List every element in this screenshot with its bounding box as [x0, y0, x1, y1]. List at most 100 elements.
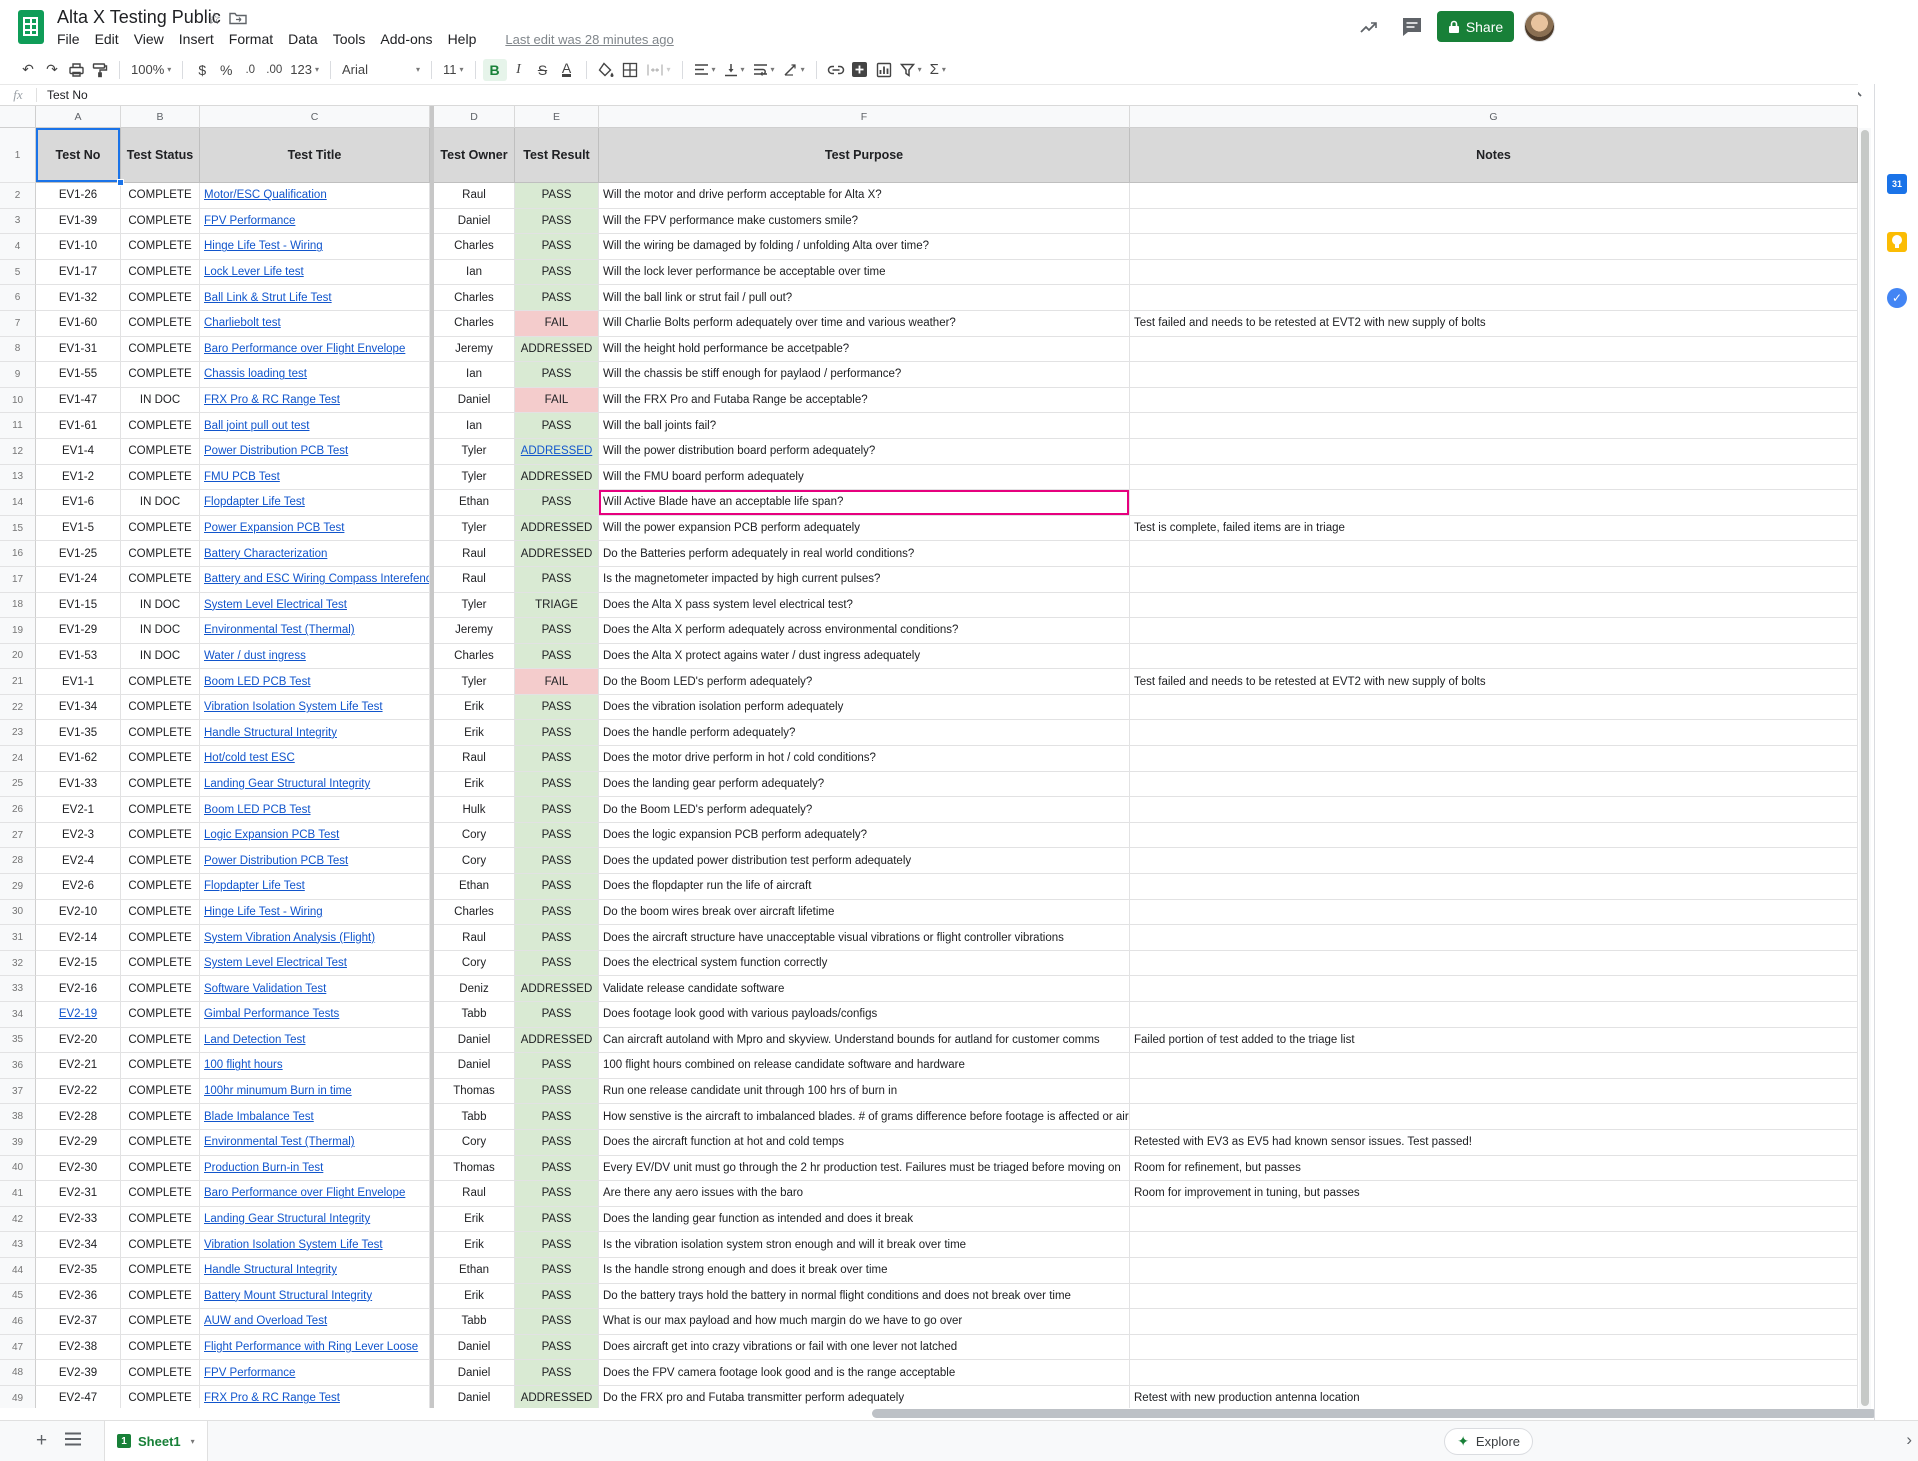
cell-test-purpose[interactable]: Every EV/DV unit must go through the 2 h… — [599, 1156, 1130, 1182]
cell-test-purpose[interactable]: Will the chassis be stiff enough for pay… — [599, 362, 1130, 388]
cell-test-owner[interactable]: Ethan — [434, 874, 515, 900]
cell-test-status[interactable]: COMPLETE — [121, 209, 200, 235]
cell-test-purpose[interactable]: Do the battery trays hold the battery in… — [599, 1284, 1130, 1310]
cell-test-purpose[interactable]: Is the magnetometer impacted by high cur… — [599, 567, 1130, 593]
cell-test-owner[interactable]: Charles — [434, 311, 515, 337]
cell-test-purpose[interactable]: Are there any aero issues with the baro — [599, 1181, 1130, 1207]
row-header-31[interactable]: 31 — [0, 925, 36, 951]
cell-test-owner[interactable]: Tabb — [434, 1104, 515, 1130]
cell-notes[interactable] — [1130, 337, 1858, 363]
cell-test-title[interactable]: Water / dust ingress — [200, 644, 430, 670]
menu-help[interactable]: Help — [448, 31, 477, 47]
cell-test-status[interactable]: COMPLETE — [121, 874, 200, 900]
title-link[interactable]: Power Expansion PCB Test — [204, 522, 344, 534]
cell-test-title[interactable]: FRX Pro & RC Range Test — [200, 1386, 430, 1408]
title-link[interactable]: Hinge Life Test - Wiring — [204, 906, 323, 918]
row-header-45[interactable]: 45 — [0, 1284, 36, 1310]
sheets-logo-icon[interactable] — [18, 10, 44, 44]
cell-test-owner[interactable]: Erik — [434, 772, 515, 798]
cell-test-result[interactable]: PASS — [515, 1284, 599, 1310]
cell-test-owner[interactable]: Hulk — [434, 797, 515, 823]
cell-test-owner[interactable]: Charles — [434, 900, 515, 926]
cell-test-no[interactable]: EV2-10 — [36, 900, 121, 926]
title-link[interactable]: Logic Expansion PCB Test — [204, 829, 339, 841]
cell-test-status[interactable]: COMPLETE — [121, 1360, 200, 1386]
cell-test-owner[interactable]: Cory — [434, 1130, 515, 1156]
cell-notes[interactable] — [1130, 1335, 1858, 1361]
menu-data[interactable]: Data — [288, 31, 318, 47]
cell-test-title[interactable]: Hinge Life Test - Wiring — [200, 900, 430, 926]
cell-test-purpose[interactable]: Is the vibration isolation system stron … — [599, 1232, 1130, 1258]
cell-test-title[interactable]: Baro Performance over Flight Envelope — [200, 337, 430, 363]
zoom-select[interactable]: 100%▾ — [127, 62, 175, 77]
cell-test-owner[interactable]: Tyler — [434, 465, 515, 491]
borders-button[interactable] — [618, 59, 642, 81]
bold-button[interactable]: B — [483, 59, 507, 81]
header-cell-status[interactable]: Test Status — [121, 128, 200, 183]
cell-test-title[interactable]: 100 flight hours — [200, 1053, 430, 1079]
cell-test-result[interactable]: PASS — [515, 285, 599, 311]
cell-test-no[interactable]: EV1-2 — [36, 465, 121, 491]
cell-test-result[interactable]: ADDRESSED — [515, 439, 599, 465]
cell-notes[interactable]: Room for refinement, but passes — [1130, 1156, 1858, 1182]
cell-test-no[interactable]: EV1-32 — [36, 285, 121, 311]
row-header-29[interactable]: 29 — [0, 874, 36, 900]
merge-cells-button[interactable]: ▾ — [642, 63, 675, 77]
cell-test-result[interactable]: PASS — [515, 618, 599, 644]
menu-add-ons[interactable]: Add-ons — [380, 31, 432, 47]
cell-test-status[interactable]: COMPLETE — [121, 1104, 200, 1130]
cell-test-status[interactable]: COMPLETE — [121, 311, 200, 337]
cell-test-no[interactable]: EV2-36 — [36, 1284, 121, 1310]
row-header-10[interactable]: 10 — [0, 388, 36, 414]
cell-test-title[interactable]: 100hr minumum Burn in time — [200, 1079, 430, 1105]
title-link[interactable]: Water / dust ingress — [204, 650, 306, 662]
title-link[interactable]: FPV Performance — [204, 215, 295, 227]
header-cell-purpose[interactable]: Test Purpose — [599, 128, 1130, 183]
cell-test-owner[interactable]: Ethan — [434, 490, 515, 516]
all-sheets-button[interactable] — [64, 1431, 82, 1447]
cell-test-title[interactable]: Motor/ESC Qualification — [200, 183, 430, 209]
row-header-28[interactable]: 28 — [0, 848, 36, 874]
text-color-button[interactable]: A — [562, 62, 571, 77]
title-link[interactable]: 100 flight hours — [204, 1059, 283, 1071]
cell-test-status[interactable]: COMPLETE — [121, 951, 200, 977]
last-edit-link[interactable]: Last edit was 28 minutes ago — [505, 32, 673, 47]
title-link[interactable]: Flight Performance with Ring Lever Loose — [204, 1341, 418, 1353]
cell-test-status[interactable]: COMPLETE — [121, 1284, 200, 1310]
cell-test-purpose[interactable]: Does the handle perform adequately? — [599, 720, 1130, 746]
cell-test-title[interactable]: System Level Electrical Test — [200, 951, 430, 977]
cell-test-purpose[interactable]: Validate release candidate software — [599, 976, 1130, 1002]
title-link[interactable]: Baro Performance over Flight Envelope — [204, 343, 405, 355]
strikethrough-button[interactable]: S — [531, 59, 555, 81]
row-header-44[interactable]: 44 — [0, 1258, 36, 1284]
row-header-39[interactable]: 39 — [0, 1130, 36, 1156]
vertical-scrollbar[interactable] — [1859, 128, 1871, 1409]
cell-test-result[interactable]: PASS — [515, 1002, 599, 1028]
row-header-47[interactable]: 47 — [0, 1335, 36, 1361]
cell-test-title[interactable]: Lock Lever Life test — [200, 260, 430, 286]
cell-test-purpose[interactable]: Will the height hold performance be acce… — [599, 337, 1130, 363]
title-link[interactable]: Handle Structural Integrity — [204, 1264, 337, 1276]
cell-notes[interactable] — [1130, 234, 1858, 260]
cell-test-owner[interactable]: Raul — [434, 1181, 515, 1207]
cell-test-title[interactable]: Chassis loading test — [200, 362, 430, 388]
sheet-menu-caret-icon[interactable]: ▾ — [191, 1437, 195, 1446]
cell-test-result[interactable]: PASS — [515, 260, 599, 286]
title-link[interactable]: Blade Imbalance Test — [204, 1111, 314, 1123]
explore-button[interactable]: ✦ Explore — [1444, 1428, 1533, 1455]
cell-test-owner[interactable]: Raul — [434, 567, 515, 593]
title-link[interactable]: Vibration Isolation System Life Test — [204, 1239, 383, 1251]
title-link[interactable]: Boom LED PCB Test — [204, 804, 311, 816]
cell-test-title[interactable]: Baro Performance over Flight Envelope — [200, 1181, 430, 1207]
cell-test-status[interactable]: COMPLETE — [121, 720, 200, 746]
insert-comment-button[interactable] — [848, 59, 872, 81]
cell-notes[interactable] — [1130, 285, 1858, 311]
cell-test-purpose[interactable]: Does the Alta X pass system level electr… — [599, 593, 1130, 619]
row-header-14[interactable]: 14 — [0, 490, 36, 516]
row-header-2[interactable]: 2 — [0, 183, 36, 209]
show-side-panel-chevron-icon[interactable]: › — [1906, 1430, 1912, 1450]
title-link[interactable]: Hot/cold test ESC — [204, 752, 295, 764]
cell-test-owner[interactable]: Erik — [434, 1207, 515, 1233]
cell-test-owner[interactable]: Daniel — [434, 1028, 515, 1054]
cell-test-title[interactable]: Handle Structural Integrity — [200, 1258, 430, 1284]
